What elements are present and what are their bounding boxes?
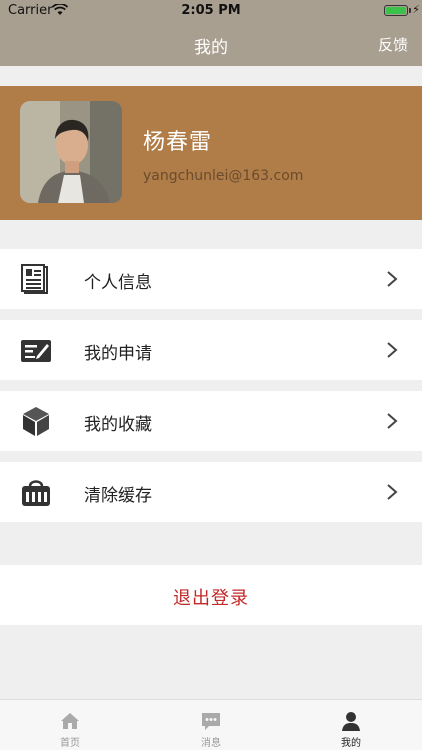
tab-bar: 首页 消息 我的 — [0, 699, 422, 750]
menu-item-label: 我的收藏 — [84, 415, 152, 435]
menu-item-label: 个人信息 — [84, 273, 152, 293]
profile-header[interactable]: 杨春雷 yangchunlei@163.com — [0, 86, 422, 220]
logout-label: 退出登录 — [173, 588, 249, 609]
feedback-button[interactable]: 反馈 — [378, 34, 408, 55]
application-icon — [21, 340, 51, 362]
tab-label: 我的 — [341, 738, 361, 749]
home-icon — [61, 713, 79, 729]
profile-email: yangchunlei@163.com — [143, 168, 304, 184]
menu-item-clear-cache[interactable]: 清除缓存 — [0, 462, 422, 522]
charging-icon: ⚡ — [412, 3, 420, 16]
status-time: 2:05 PM — [181, 3, 241, 18]
avatar[interactable] — [20, 101, 122, 203]
message-icon — [202, 713, 220, 730]
menu-item-personal-info[interactable]: 个人信息 — [0, 249, 422, 309]
tab-label: 首页 — [60, 738, 80, 749]
battery-tip — [409, 8, 411, 13]
logout-button[interactable]: 退出登录 — [0, 565, 422, 625]
page-title: 我的 — [194, 38, 228, 58]
tab-messages[interactable]: 消息 — [141, 700, 281, 750]
basket-icon — [22, 480, 50, 506]
menu-item-my-applications[interactable]: 我的申请 — [0, 320, 422, 380]
menu-item-label: 清除缓存 — [84, 486, 152, 506]
profile-name: 杨春雷 — [143, 130, 213, 155]
chevron-right-icon — [387, 413, 398, 429]
menu-item-my-favorites[interactable]: 我的收藏 — [0, 391, 422, 451]
top-bar: Carrier 2:05 PM ⚡ 我的 反馈 — [0, 0, 422, 66]
chevron-right-icon — [387, 271, 398, 287]
tab-label: 消息 — [201, 738, 221, 749]
person-icon — [342, 712, 360, 731]
status-bar: Carrier 2:05 PM ⚡ — [0, 0, 422, 22]
chevron-right-icon — [387, 484, 398, 500]
avatar-photo — [20, 101, 122, 203]
tab-mine[interactable]: 我的 — [281, 700, 421, 750]
box-icon — [23, 407, 49, 436]
id-card-icon — [21, 264, 48, 294]
battery-icon — [384, 5, 408, 16]
menu-item-label: 我的申请 — [84, 344, 152, 364]
tab-home[interactable]: 首页 — [0, 700, 140, 750]
chevron-right-icon — [387, 342, 398, 358]
